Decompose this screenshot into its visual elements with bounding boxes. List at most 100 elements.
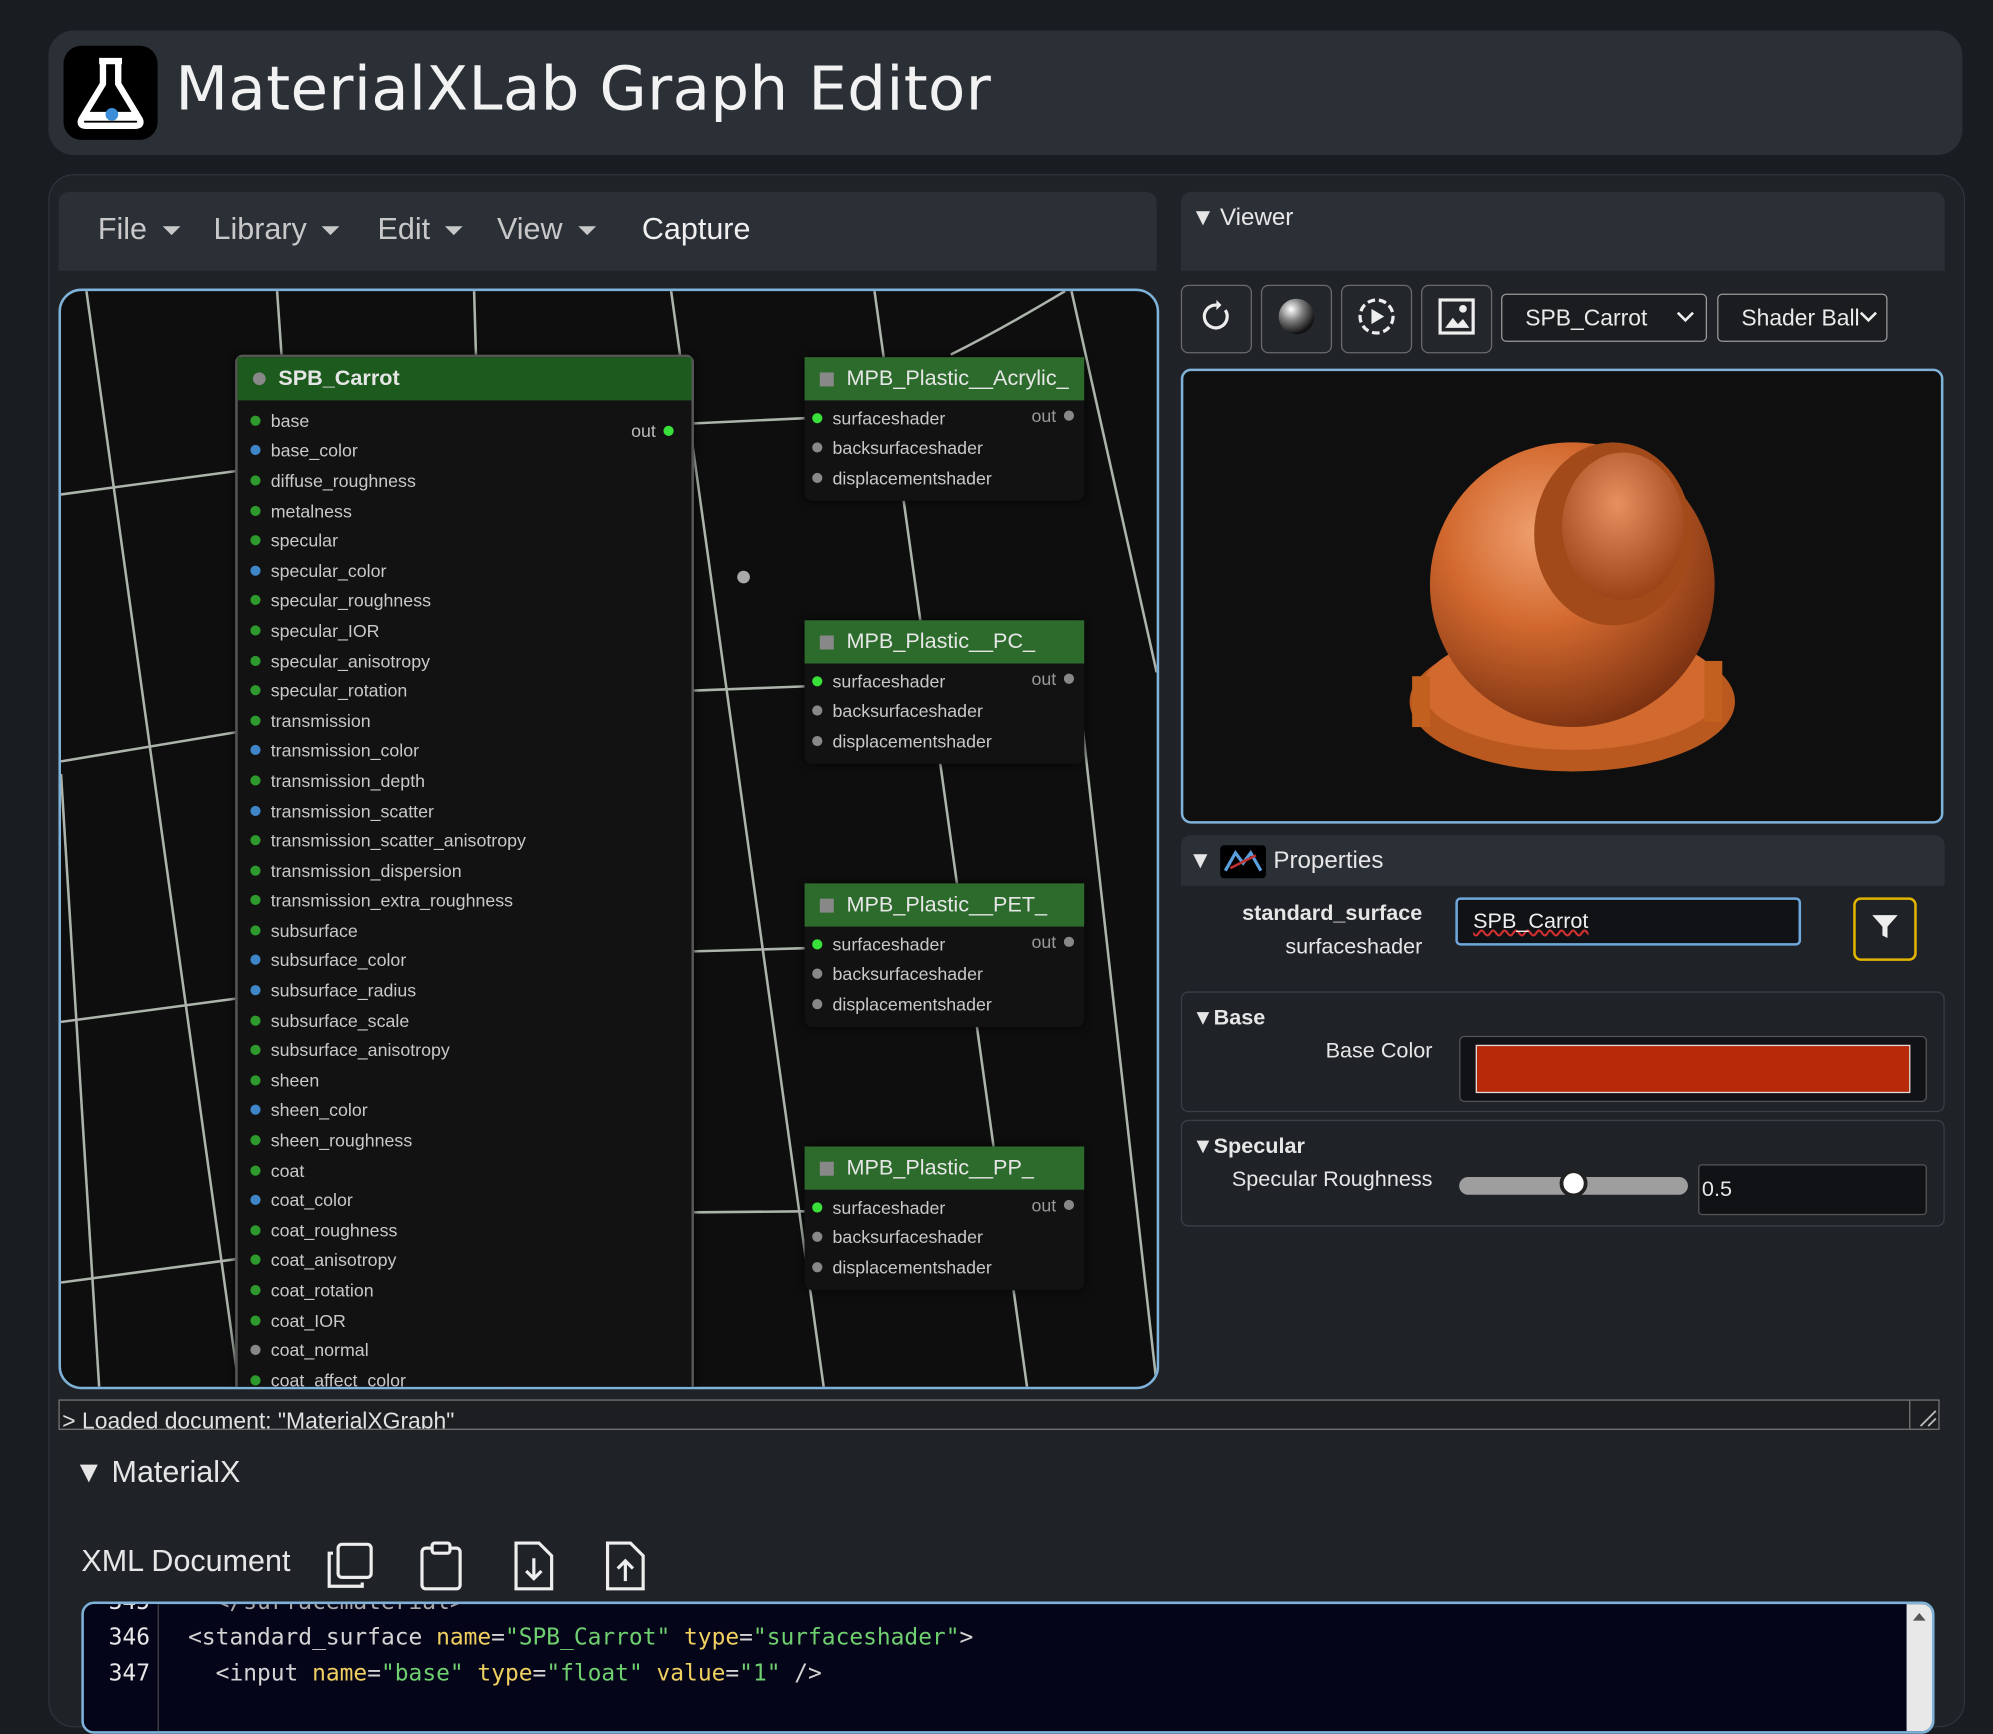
input-port[interactable]: coat_rotation bbox=[250, 1275, 691, 1305]
render-viewport[interactable] bbox=[1180, 368, 1944, 824]
input-port[interactable]: displacementshader bbox=[812, 463, 1084, 493]
input-port[interactable]: backsurfaceshader bbox=[812, 959, 1084, 989]
input-port[interactable]: transmission_extra_roughness bbox=[250, 885, 691, 915]
viewer-header[interactable]: ▼ Viewer bbox=[1180, 191, 1945, 271]
input-port[interactable]: backsurfaceshader bbox=[812, 433, 1084, 463]
input-port[interactable]: subsurface_anisotropy bbox=[250, 1035, 691, 1065]
node-output-port[interactable]: out bbox=[631, 421, 674, 441]
menu-library[interactable]: Library bbox=[214, 212, 340, 248]
node-output-port[interactable]: out bbox=[1031, 932, 1075, 952]
input-port[interactable]: coat_IOR bbox=[250, 1305, 691, 1335]
node-collapse-icon[interactable] bbox=[819, 634, 834, 649]
code-scrollbar[interactable] bbox=[1906, 1604, 1932, 1732]
node-header[interactable]: MPB_Plastic__PET_ bbox=[804, 883, 1085, 927]
input-port[interactable]: coat_affect_color bbox=[250, 1365, 691, 1387]
material-node[interactable]: MPB_Plastic__PP_ surfaceshader backsurface… bbox=[804, 1146, 1085, 1290]
specular-roughness-input[interactable]: 0.5 bbox=[1698, 1164, 1927, 1216]
node-output-port[interactable]: out bbox=[1031, 405, 1075, 426]
input-port[interactable]: sheen_color bbox=[250, 1095, 691, 1125]
upload-button[interactable] bbox=[600, 1541, 651, 1598]
node-collapse-icon[interactable] bbox=[819, 1161, 834, 1176]
node-spb-carrot[interactable]: SPB_Carrot base base_color diffuse_roughne… bbox=[235, 354, 694, 1387]
input-port[interactable]: displacementshader bbox=[812, 989, 1084, 1019]
color-swatch[interactable] bbox=[1475, 1044, 1911, 1094]
input-port[interactable]: specular_color bbox=[250, 555, 691, 585]
menu-edit[interactable]: Edit bbox=[378, 212, 464, 248]
input-port[interactable]: transmission_scatter bbox=[250, 795, 691, 825]
input-port[interactable]: specular_IOR bbox=[250, 615, 691, 645]
input-port[interactable]: subsurface_color bbox=[250, 945, 691, 975]
specular-roughness-slider[interactable] bbox=[1459, 1169, 1688, 1198]
specular-section-header[interactable]: ▼Specular bbox=[1192, 1134, 1305, 1159]
base-section-header[interactable]: ▼Base bbox=[1192, 1005, 1265, 1030]
node-header[interactable]: MPB_Plastic__Acrylic_ bbox=[804, 357, 1085, 401]
material-select[interactable]: SPB_Carrot bbox=[1501, 293, 1708, 342]
graph-canvas[interactable]: SPB_Carrot base base_color diffuse_roughne… bbox=[58, 288, 1160, 1390]
sphere-button[interactable] bbox=[1260, 284, 1333, 354]
port-dot-icon bbox=[250, 625, 261, 636]
collapse-triangle-icon: ▼ bbox=[1190, 204, 1215, 232]
input-port[interactable]: base bbox=[250, 405, 691, 435]
resize-handle-icon[interactable] bbox=[1909, 1400, 1938, 1429]
material-node[interactable]: MPB_Plastic__Acrylic_ surfaceshader backsu… bbox=[804, 357, 1085, 501]
input-port[interactable]: displacementshader bbox=[812, 726, 1084, 756]
menu-file[interactable]: File bbox=[98, 212, 181, 248]
image-button[interactable] bbox=[1421, 284, 1493, 354]
node-collapse-icon[interactable] bbox=[819, 371, 834, 386]
input-port[interactable]: coat_normal bbox=[250, 1335, 691, 1365]
port-dot-icon bbox=[250, 535, 261, 546]
input-port[interactable]: coat_anisotropy bbox=[250, 1245, 691, 1275]
menu-capture[interactable]: Capture bbox=[642, 212, 751, 248]
input-port[interactable]: specular_roughness bbox=[250, 585, 691, 615]
input-port[interactable]: specular_anisotropy bbox=[250, 645, 691, 675]
material-node[interactable]: MPB_Plastic__PC_ surfaceshader backsurface… bbox=[804, 620, 1085, 764]
input-port[interactable]: specular bbox=[250, 525, 691, 555]
input-port[interactable]: base_color bbox=[250, 435, 691, 465]
console-output[interactable]: > Loaded document: "MaterialXGraph" bbox=[58, 1399, 1940, 1430]
input-port[interactable]: diffuse_roughness bbox=[250, 465, 691, 495]
materialx-section-header[interactable]: ▼ MaterialX bbox=[74, 1455, 241, 1491]
material-node[interactable]: MPB_Plastic__PET_ surfaceshader backsurfac… bbox=[804, 883, 1085, 1027]
port-label: subsurface_anisotropy bbox=[270, 1040, 450, 1061]
copy-button[interactable] bbox=[325, 1541, 376, 1598]
geometry-select[interactable]: Shader Ball bbox=[1717, 293, 1888, 342]
node-header[interactable]: MPB_Plastic__PP_ bbox=[804, 1146, 1085, 1190]
input-port[interactable]: transmission_scatter_anisotropy bbox=[250, 825, 691, 855]
input-port[interactable]: displacementshader bbox=[812, 1252, 1084, 1282]
node-header[interactable]: SPB_Carrot bbox=[237, 357, 692, 401]
filter-button[interactable] bbox=[1853, 897, 1917, 961]
input-port[interactable]: subsurface bbox=[250, 915, 691, 945]
copy-icon bbox=[325, 1542, 376, 1597]
input-port[interactable]: specular_rotation bbox=[250, 675, 691, 705]
node-output-port[interactable]: out bbox=[1031, 1195, 1075, 1215]
input-port[interactable]: transmission_depth bbox=[250, 765, 691, 795]
input-port[interactable]: coat_color bbox=[250, 1185, 691, 1215]
properties-header[interactable]: ▼ Properties bbox=[1180, 835, 1945, 886]
node-output-port[interactable]: out bbox=[1031, 669, 1075, 689]
input-port[interactable]: metalness bbox=[250, 495, 691, 525]
input-port[interactable]: transmission_color bbox=[250, 735, 691, 765]
node-header[interactable]: MPB_Plastic__PC_ bbox=[804, 620, 1085, 664]
play-button[interactable] bbox=[1340, 284, 1413, 354]
port-label: backsurfaceshader bbox=[832, 700, 983, 722]
input-port[interactable]: coat bbox=[250, 1155, 691, 1185]
slider-thumb[interactable] bbox=[1559, 1169, 1588, 1198]
input-port[interactable]: backsurfaceshader bbox=[812, 696, 1084, 726]
input-port[interactable]: transmission_dispersion bbox=[250, 855, 691, 885]
app-header: MaterialXLab Graph Editor bbox=[48, 30, 1963, 156]
node-collapse-icon[interactable] bbox=[819, 897, 834, 912]
input-port[interactable]: sheen bbox=[250, 1065, 691, 1095]
input-port[interactable]: coat_roughness bbox=[250, 1215, 691, 1245]
download-button[interactable] bbox=[508, 1541, 559, 1598]
xml-code-editor[interactable]: 345 </surfacematerial> 346 <standard_surfa… bbox=[81, 1601, 1935, 1734]
input-port[interactable]: transmission bbox=[250, 705, 691, 735]
node-name-input[interactable]: SPB_Carrot bbox=[1455, 897, 1802, 946]
input-port[interactable]: subsurface_scale bbox=[250, 1005, 691, 1035]
input-port[interactable]: subsurface_radius bbox=[250, 975, 691, 1005]
input-port[interactable]: sheen_roughness bbox=[250, 1125, 691, 1155]
paste-button[interactable] bbox=[417, 1541, 468, 1598]
base-color-field[interactable] bbox=[1459, 1035, 1927, 1103]
menu-view[interactable]: View bbox=[497, 212, 596, 248]
input-port[interactable]: backsurfaceshader bbox=[812, 1222, 1084, 1252]
rotate-button[interactable] bbox=[1180, 284, 1252, 354]
